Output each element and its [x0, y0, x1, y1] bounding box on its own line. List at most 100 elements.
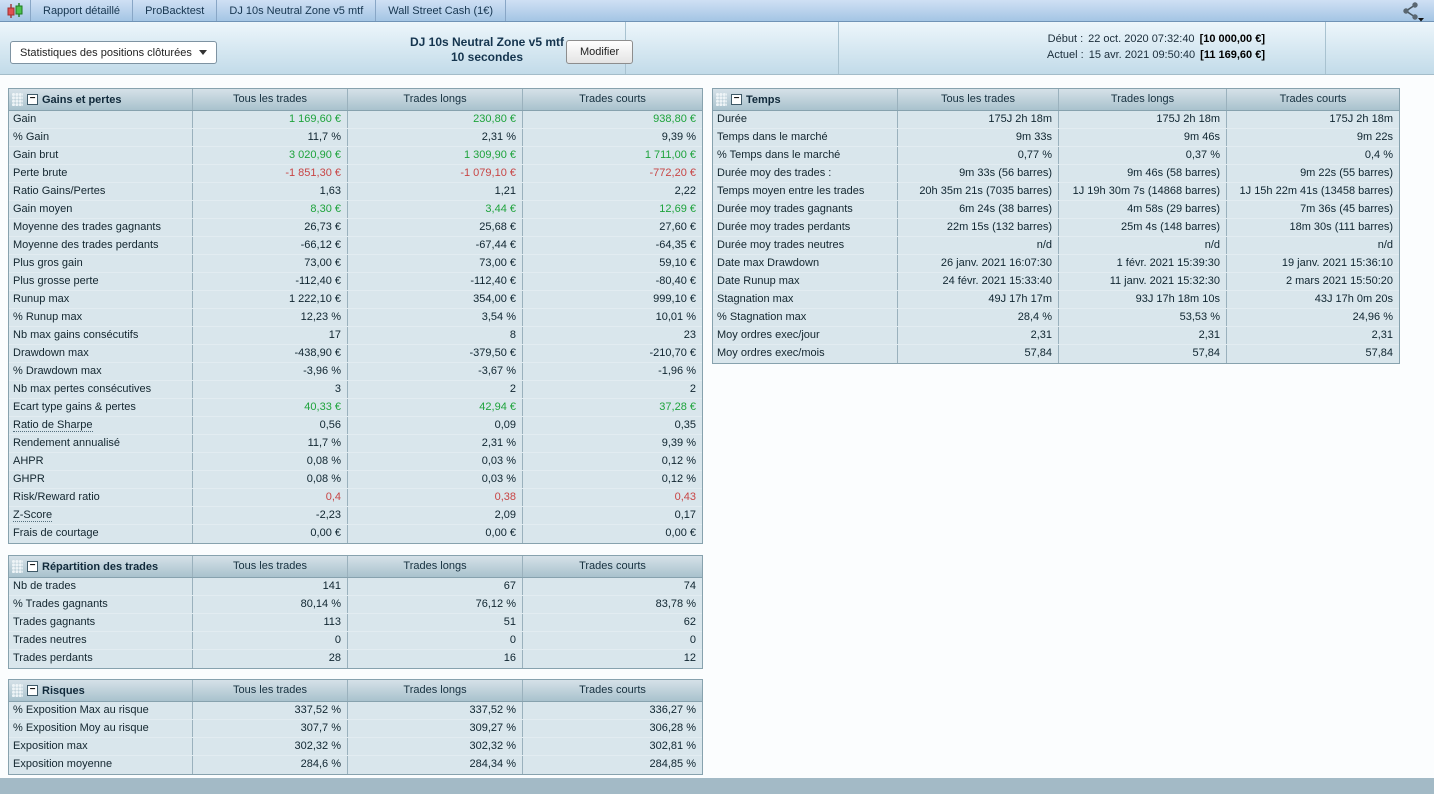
- row-label: Runup max: [13, 293, 70, 305]
- table-row: Ecart type gains & pertes 40,33 €42,94 €3…: [9, 399, 702, 417]
- tab-dj-10s-neutral-zone[interactable]: DJ 10s Neutral Zone v5 mtf: [217, 0, 377, 21]
- cell-value: 1J 15h 22m 41s (13458 barres): [1226, 183, 1399, 200]
- modify-button[interactable]: Modifier: [566, 40, 634, 64]
- cell-value: 26,73 €: [192, 219, 347, 236]
- cell-value: 0,56: [192, 417, 347, 434]
- cell-value: 9,39 %: [522, 435, 702, 452]
- table-row: Temps dans le marché 9m 33s 9m 46s 9m 22s: [713, 129, 1399, 147]
- cell-value: -112,40 €: [192, 273, 347, 290]
- cell-value: -67,44 €: [347, 237, 522, 254]
- share-menu-button[interactable]: [1400, 0, 1426, 22]
- current-label: Actuel :: [1047, 49, 1084, 61]
- row-label: % Gain: [13, 131, 50, 143]
- table-row: Moy ordres exec/jour 2,31 2,31 2,31: [713, 327, 1399, 345]
- cell-value: 175J 2h 18m: [1226, 111, 1399, 128]
- table-header: Temps Tous les trades Trades longs Trade…: [713, 89, 1399, 111]
- cell-value: 67: [347, 578, 522, 595]
- cell-value: 12,69 €: [522, 201, 702, 218]
- row-label: Gain brut: [13, 149, 59, 161]
- cell-value: 0,00 €: [347, 525, 522, 543]
- cell-value: 1,21: [347, 183, 522, 200]
- tab-wall-street-cash[interactable]: Wall Street Cash (1€): [376, 0, 507, 21]
- row-label: Nb max pertes consécutives: [13, 383, 152, 395]
- cell-value: 3 020,90 €: [192, 147, 347, 164]
- cell-value: 284,6 %: [192, 756, 347, 774]
- row-label: Risk/Reward ratio: [13, 491, 100, 503]
- statistics-filter-label: Statistiques des positions clôturées: [20, 46, 192, 59]
- drag-handle-icon[interactable]: [12, 684, 23, 697]
- row-label: Exposition moyenne: [13, 758, 113, 770]
- table-row: % Drawdown max -3,96 % -3,67 % -1,96 %: [9, 363, 702, 381]
- cell-value: 24,96 %: [1226, 309, 1399, 326]
- table-row: Rendement annualisé 11,7 % 2,31 % 9,39 %: [9, 435, 702, 453]
- drag-handle-icon[interactable]: [12, 93, 23, 106]
- cell-value: 9m 46s: [1058, 129, 1226, 146]
- status-bar: [0, 778, 1434, 794]
- row-label: Temps moyen entre les trades: [717, 185, 865, 197]
- tab-probacktest[interactable]: ProBacktest: [133, 0, 218, 21]
- cell-value: 57,84: [897, 345, 1058, 363]
- collapse-button[interactable]: [27, 560, 38, 572]
- cell-value: 284,85 %: [522, 756, 702, 774]
- cell-value: 337,52 %: [192, 702, 347, 719]
- cell-value: 0,00 €: [192, 525, 347, 543]
- column-header-all-trades: Tous les trades: [192, 89, 347, 110]
- collapse-button[interactable]: [27, 684, 38, 696]
- row-label: Ratio de Sharpe: [13, 419, 93, 432]
- cell-value: 0,12 %: [522, 453, 702, 470]
- cell-value: 2 mars 2021 15:50:20: [1226, 273, 1399, 290]
- collapse-button[interactable]: [731, 93, 742, 105]
- cell-value: 336,27 %: [522, 702, 702, 719]
- cell-value: 9m 33s (56 barres): [897, 165, 1058, 182]
- table-row: Risk/Reward ratio 0,4 0,38 0,43: [9, 489, 702, 507]
- cell-value: 51: [347, 614, 522, 631]
- cell-value: 0,12 %: [522, 471, 702, 488]
- column-header-short-trades: Trades courts: [522, 680, 702, 701]
- tab-rapport-detaille[interactable]: Rapport détaillé: [31, 0, 134, 21]
- table-title: Temps: [746, 93, 781, 106]
- statistics-filter-dropdown[interactable]: Statistiques des positions clôturées: [10, 41, 217, 64]
- row-label: Date max Drawdown: [717, 257, 820, 269]
- row-label: Trades neutres: [13, 634, 87, 646]
- cell-value: 0,08 %: [192, 471, 347, 488]
- cell-value: 12: [522, 650, 702, 668]
- table-row: % Temps dans le marché 0,77 % 0,37 % 0,4 %: [713, 147, 1399, 165]
- cell-value: 11 janv. 2021 15:32:30: [1058, 273, 1226, 290]
- cell-value: 2,22: [522, 183, 702, 200]
- account-current-row: Actuel : 15 avr. 2021 09:50:40 [11 169,6…: [1047, 47, 1265, 63]
- start-amount: [10 000,00 €]: [1199, 33, 1265, 45]
- table-row: Moyenne des trades perdants -66,12 € -67,4…: [9, 237, 702, 255]
- column-header-all-trades: Tous les trades: [192, 556, 347, 577]
- cell-value: 1J 19h 30m 7s (14868 barres): [1058, 183, 1226, 200]
- row-label: AHPR: [13, 455, 44, 467]
- table-row: Nb de trades 141 67 74: [9, 578, 702, 596]
- table-header: Risques Tous les trades Trades longs Tra…: [9, 680, 702, 702]
- drag-handle-icon[interactable]: [716, 93, 727, 106]
- cell-value: -3,67 %: [347, 363, 522, 380]
- cell-value: 16: [347, 650, 522, 668]
- row-label: % Trades gagnants: [13, 598, 108, 610]
- table-row: Drawdown max -438,90 € -379,50 € -210,70 €: [9, 345, 702, 363]
- cell-value: n/d: [1226, 237, 1399, 254]
- row-label: Perte brute: [13, 167, 68, 179]
- cell-value: 306,28 %: [522, 720, 702, 737]
- cell-value: 0,4: [192, 489, 347, 506]
- cell-value: 12,23 %: [192, 309, 347, 326]
- cell-value: 309,27 %: [347, 720, 522, 737]
- cell-value: 0,38: [347, 489, 522, 506]
- drag-handle-icon[interactable]: [12, 560, 23, 573]
- collapse-button[interactable]: [27, 93, 38, 105]
- row-label: Nb de trades: [13, 580, 76, 592]
- column-header-long-trades: Trades longs: [347, 556, 522, 577]
- cell-value: 302,32 %: [192, 738, 347, 755]
- column-header-long-trades: Trades longs: [1058, 89, 1226, 110]
- temps-table: Temps Tous les trades Trades longs Trade…: [712, 88, 1400, 364]
- share-icon: [1403, 1, 1424, 21]
- table-row: Gain brut 3 020,90 €1 309,90 €1 711,00 €: [9, 147, 702, 165]
- row-label: % Drawdown max: [13, 365, 102, 377]
- table-row: % Exposition Max au risque 337,52 % 337,52…: [9, 702, 702, 720]
- cell-value: 2,31: [897, 327, 1058, 344]
- table-row: Nb max gains consécutifs 17 8 23: [9, 327, 702, 345]
- cell-value: 1 711,00 €: [522, 147, 702, 164]
- row-label: % Stagnation max: [717, 311, 807, 323]
